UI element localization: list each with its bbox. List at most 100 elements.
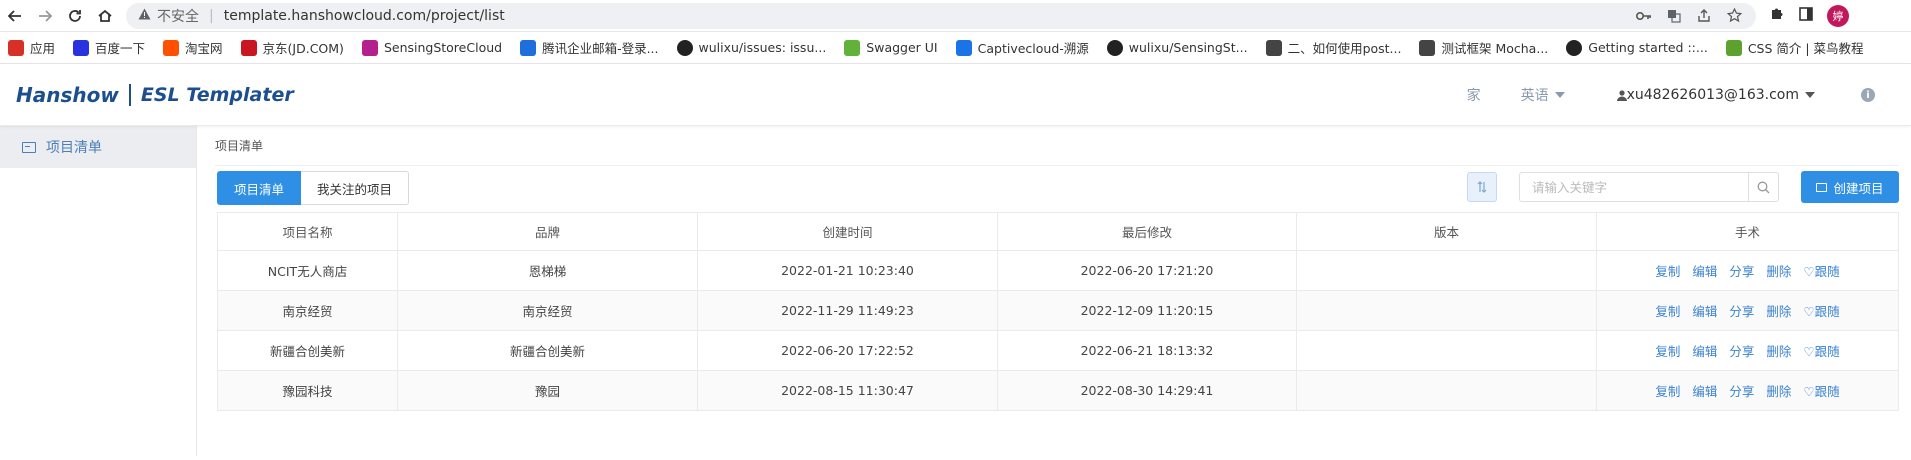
bookmark-label: wulixu/issues: issu...: [698, 40, 827, 55]
address-bar[interactable]: 不安全 | template.hanshowcloud.com/project/…: [126, 2, 1756, 29]
column-header-brand[interactable]: 品牌: [397, 212, 698, 251]
star-icon[interactable]: [1726, 8, 1742, 24]
sort-button[interactable]: [1467, 172, 1497, 202]
edit-action[interactable]: 编辑: [1692, 301, 1717, 320]
column-header-name[interactable]: 项目名称: [217, 212, 398, 251]
share-action[interactable]: 分享: [1729, 341, 1754, 360]
column-header-modified[interactable]: 最后修改: [997, 212, 1297, 251]
follow-action[interactable]: ♡跟随: [1803, 341, 1839, 360]
sidebar-panel-icon[interactable]: [1799, 6, 1813, 25]
create-project-label: 创建项目: [1833, 180, 1884, 196]
key-icon[interactable]: [1636, 8, 1652, 24]
bookmark-item[interactable]: 应用: [8, 38, 55, 57]
bookmark-label: wulixu/SensingSt...: [1128, 40, 1248, 55]
profile-avatar[interactable]: 婷: [1827, 4, 1849, 27]
bookmark-item[interactable]: wulixu/issues: issu...: [676, 39, 827, 56]
brand-cell: 新疆合创美新: [397, 330, 698, 371]
main-content: 项目清单 项目清单 我关注的项目 创建项目: [197, 126, 1911, 456]
table-row: 新疆合创美新 新疆合创美新 2022-06-20 17:22:52 2022-06-2…: [217, 330, 1899, 371]
search-input[interactable]: [1520, 173, 1748, 201]
modified-time-cell: 2022-12-09 11:20:15: [997, 290, 1297, 331]
breadcrumb-current: 项目清单: [215, 139, 264, 153]
bookmark-item[interactable]: Swagger UI: [844, 39, 938, 56]
follow-action[interactable]: ♡跟随: [1803, 261, 1839, 280]
copy-action[interactable]: 复制: [1655, 301, 1680, 320]
project-name-cell: 南京经贸: [217, 290, 398, 331]
bookmark-item[interactable]: wulixu/SensingSt...: [1106, 39, 1248, 56]
delete-action[interactable]: 删除: [1766, 341, 1791, 360]
follow-action[interactable]: ♡跟随: [1803, 301, 1839, 320]
translate-icon[interactable]: [1666, 8, 1682, 24]
share-action[interactable]: 分享: [1729, 261, 1754, 280]
bookmark-item[interactable]: CSS 简介 | 菜鸟教程: [1725, 38, 1864, 57]
share-icon[interactable]: [1696, 8, 1712, 24]
follow-action[interactable]: ♡跟随: [1803, 381, 1839, 400]
column-header-version[interactable]: 版本: [1296, 212, 1597, 251]
taobao-icon: [163, 39, 180, 56]
bookmark-item[interactable]: 二、如何使用post...: [1265, 38, 1401, 57]
search-icon[interactable]: [1748, 173, 1778, 201]
table-row: NCIT无人商店 恩梯梯 2022-01-21 10:23:40 2022-06-20…: [217, 250, 1899, 291]
extensions-puzzle-icon[interactable]: [1770, 6, 1785, 25]
bookmark-item[interactable]: 腾讯企业邮箱-登录...: [520, 38, 659, 57]
bookmark-item[interactable]: SensingStoreCloud: [361, 39, 502, 56]
share-action[interactable]: 分享: [1729, 301, 1754, 320]
mocha-icon: [1419, 39, 1436, 56]
column-header-created[interactable]: 创建时间: [697, 212, 998, 251]
create-project-button[interactable]: 创建项目: [1801, 171, 1899, 203]
bookmark-label: 测试框架 Mocha...: [1441, 41, 1549, 56]
bookmark-item[interactable]: 淘宝网: [163, 38, 223, 57]
edit-action[interactable]: 编辑: [1692, 261, 1717, 280]
edit-action[interactable]: 编辑: [1692, 381, 1717, 400]
url-text[interactable]: template.hanshowcloud.com/project/list: [224, 8, 505, 24]
tab-project-list[interactable]: 项目清单: [217, 171, 302, 205]
apps-grid-icon: [8, 39, 24, 56]
logo-product: ESL Templater: [140, 83, 294, 106]
edit-action[interactable]: 编辑: [1692, 341, 1717, 360]
sidebar-item-project-list[interactable]: 项目清单: [0, 126, 196, 168]
actions-cell: 复制 编辑 分享 删除 ♡跟随: [1596, 290, 1899, 331]
tab-followed-projects[interactable]: 我关注的项目: [301, 171, 410, 205]
modified-time-cell: 2022-06-21 18:13:32: [997, 330, 1297, 371]
user-menu[interactable]: xu482626013@163.com: [1616, 87, 1815, 103]
logo-divider: [128, 83, 131, 106]
delete-action[interactable]: 删除: [1766, 261, 1791, 280]
bookmark-label: Swagger UI: [866, 40, 938, 55]
actions-cell: 复制 编辑 分享 删除 ♡跟随: [1596, 250, 1899, 291]
bookmark-item[interactable]: Captivecloud-溯源: [955, 38, 1089, 57]
copy-action[interactable]: 复制: [1655, 261, 1680, 280]
reload-icon[interactable]: [60, 1, 90, 31]
sidebar: 项目清单: [0, 126, 197, 456]
warning-triangle-icon: [138, 8, 151, 24]
copy-action[interactable]: 复制: [1655, 341, 1680, 360]
version-cell: [1296, 370, 1597, 411]
modified-time-cell: 2022-06-20 17:21:20: [997, 250, 1297, 291]
share-action[interactable]: 分享: [1729, 381, 1754, 400]
bookmark-item[interactable]: 测试框架 Mocha...: [1419, 38, 1548, 57]
bookmark-label: 京东(JD.COM): [262, 41, 344, 56]
delete-action[interactable]: 删除: [1766, 381, 1791, 400]
search-box: [1519, 172, 1779, 202]
sort-arrows-icon: [1477, 181, 1487, 193]
logo-brand: Hanshow: [16, 82, 119, 107]
address-separator: |: [209, 7, 214, 24]
toolbar: 项目清单 我关注的项目 创建项目: [217, 168, 1899, 208]
back-arrow-icon[interactable]: [0, 1, 30, 31]
delete-action[interactable]: 删除: [1766, 301, 1791, 320]
language-dropdown[interactable]: 英语: [1521, 85, 1565, 105]
table-row: 南京经贸 南京经贸 2022-11-29 11:49:23 2022-12-09 11…: [217, 290, 1899, 331]
home-link[interactable]: 家: [1467, 85, 1481, 105]
hanshow-logo[interactable]: Hanshow ESL Templater: [16, 83, 294, 107]
bookmark-item[interactable]: 百度一下: [73, 38, 145, 57]
bookmark-item[interactable]: 京东(JD.COM): [240, 38, 344, 57]
version-cell: [1296, 330, 1597, 371]
copy-action[interactable]: 复制: [1655, 381, 1680, 400]
home-icon[interactable]: [90, 1, 120, 31]
sidebar-item-label: 项目清单: [46, 140, 102, 156]
created-time-cell: 2022-11-29 11:49:23: [697, 290, 998, 331]
bookmark-item[interactable]: Getting started ::...: [1566, 39, 1708, 56]
info-icon[interactable]: i: [1861, 88, 1875, 102]
swagger-icon: [844, 39, 861, 56]
project-name-cell: 豫园科技: [217, 370, 398, 411]
forward-arrow-icon[interactable]: [30, 1, 60, 31]
